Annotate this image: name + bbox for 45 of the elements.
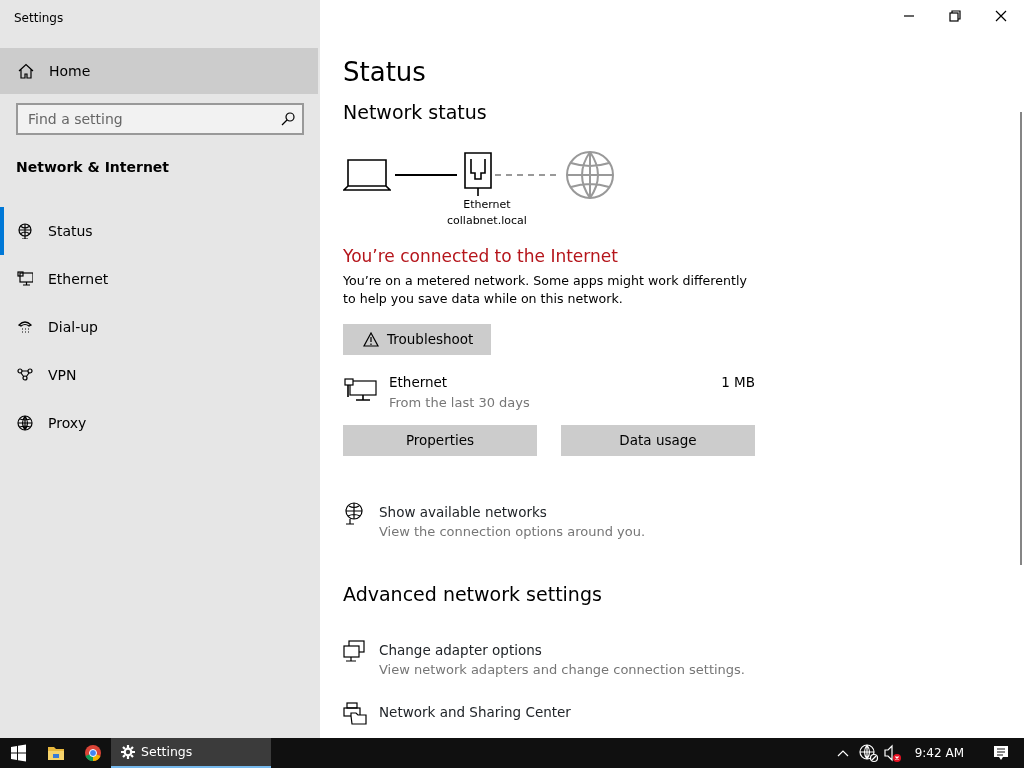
- monitor-icon: [17, 271, 33, 287]
- troubleshoot-button[interactable]: Troubleshoot: [343, 324, 491, 355]
- metered-message: You’re on a metered network. Some apps might work differently to help you save data while on this network.: [343, 272, 748, 308]
- usage-period: From the last 30 days: [389, 394, 531, 413]
- search-icon: [281, 112, 295, 126]
- adapter-label: Ethernet: [463, 197, 511, 213]
- chevron-up-icon[interactable]: [836, 749, 849, 757]
- globe-icon: [565, 150, 615, 200]
- page-title: Status: [343, 56, 427, 89]
- nav-item[interactable]: Proxy: [0, 399, 320, 447]
- globe-monitor-icon: [17, 223, 33, 239]
- gear-icon: [121, 745, 135, 759]
- settings-link[interactable]: Change adapter options: [379, 639, 745, 660]
- taskbar-app[interactable]: Settings: [111, 738, 271, 768]
- section-heading: Advanced network settings: [343, 581, 603, 607]
- clock[interactable]: 9:42 AM: [904, 744, 978, 762]
- nav-item[interactable]: Ethernet: [0, 255, 320, 303]
- search-field[interactable]: Find a setting: [16, 103, 304, 135]
- vpn-icon: [17, 367, 33, 383]
- home-icon: [18, 63, 34, 79]
- section-heading: Network & Internet: [15, 158, 171, 177]
- phone-icon: [17, 319, 33, 335]
- action-button[interactable]: Properties: [343, 424, 537, 456]
- usage-amount: 1 MB: [721, 373, 755, 392]
- settings-link[interactable]: Network and Sharing Center: [379, 702, 571, 723]
- nav-item[interactable]: VPN: [0, 351, 320, 399]
- printer-folder-icon: [343, 702, 367, 727]
- nav-item[interactable]: Dial-up: [0, 303, 320, 351]
- window-title: Settings: [13, 10, 65, 27]
- action-button[interactable]: Data usage: [561, 424, 755, 456]
- domain-label: collabnet.local: [447, 213, 527, 229]
- monitors-icon: [343, 639, 367, 664]
- ethernet-port-icon: [463, 151, 493, 199]
- globe-icon: [17, 415, 33, 431]
- usage-name: Ethernet: [389, 373, 449, 392]
- nav-item[interactable]: Status: [0, 207, 320, 255]
- section-heading: Network status: [343, 100, 488, 125]
- warning-icon: [363, 332, 379, 347]
- link-description: View the connection options around you.: [379, 523, 646, 541]
- scrollbar[interactable]: [1020, 112, 1022, 565]
- settings-link[interactable]: Show available networks: [379, 501, 646, 522]
- connection-status: You’re connected to the Internet: [343, 245, 619, 268]
- home-item[interactable]: Home: [0, 48, 318, 94]
- laptop-icon: [343, 158, 391, 192]
- link-description: View network adapters and change connection settings.: [379, 660, 745, 679]
